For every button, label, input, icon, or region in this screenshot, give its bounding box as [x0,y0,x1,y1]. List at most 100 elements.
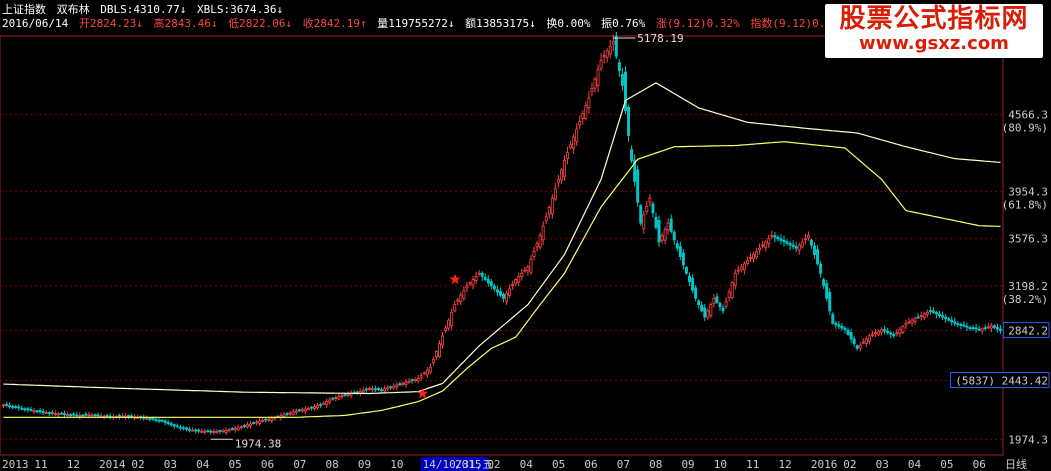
candle-body [175,425,179,428]
candle-body [5,403,9,406]
candle-body [84,413,88,416]
candle-body [404,381,408,385]
candle-body [575,128,579,142]
candle-body [316,405,320,409]
candle-body [44,412,48,415]
candle-body [538,235,542,248]
x-axis-label: 05 [552,458,565,471]
candle-body [303,408,307,412]
candle-body [526,266,530,272]
candle-body [401,382,405,385]
candle-body [782,239,786,243]
candle-body [785,241,789,244]
candle-body [75,414,79,417]
candle-body [505,293,509,302]
candle-body [663,229,667,241]
index-name: 上证指数 [2,3,46,16]
candle-body [419,375,423,378]
candle-body [258,420,262,424]
candle-body [245,424,249,428]
candle-body [840,326,844,329]
watermark-url: www.gsxz.com [859,33,1009,54]
candle-body [916,316,920,319]
candle-body [438,343,441,358]
x-axis-label: 09 [681,458,694,471]
candle-body [322,402,326,405]
candle-body [343,393,347,396]
candle-body [913,318,917,322]
candle-body [822,279,826,287]
candle-body [29,409,33,411]
candle-body [340,395,344,398]
candle-body [499,291,502,296]
candle-body [611,41,615,45]
candle-body [880,329,884,333]
candle-body [413,379,417,381]
candle-body [709,304,713,316]
watermark-logo: 股票公式指标网 www.gsxz.com [825,4,1043,58]
y-axis-label: (5837) 2443.42 [955,375,1048,388]
date: 2016/06/14 [2,17,69,30]
candle-body [831,314,835,324]
candle-body [127,415,130,418]
high-value: 高2843.46↓ [153,17,218,30]
x-axis-label: 10 [390,458,403,471]
candle-body [934,312,938,315]
close-value: 收2842.19↑ [302,17,367,30]
candle-body [236,427,240,431]
candle-body [965,325,969,328]
candle-body [96,414,100,417]
header-line-1: 上证指数 双布林 DBLS:4310.77↓ XBLS:3674.36↓ [2,3,287,16]
candle-body [901,326,905,333]
x-axis-label: 04 [520,458,534,471]
candle-body [178,426,182,429]
candle-body [188,428,191,431]
candle-body [724,301,728,307]
candle-body [678,246,682,257]
candle-body [544,216,548,222]
candle-body [477,272,481,275]
candle-body [654,216,658,228]
candle-body [745,260,749,264]
candle-body [590,88,594,92]
y-axis-sublabel: (38.2%) [1002,293,1048,306]
candle-body [181,427,185,430]
candle-body [657,220,661,243]
candle-body [627,106,630,136]
candle-body [986,326,990,329]
candle-body [596,69,600,87]
candle-body [32,410,36,413]
candle-body [660,235,664,241]
watermark-title: 股票公式指标网 [839,4,1029,34]
x-axis-label: 06 [584,458,597,471]
candle-body [233,428,237,431]
candle-body [758,247,762,251]
x-axis-label: 06 [261,458,274,471]
candle-body [761,244,765,247]
candle-body [456,299,460,302]
candle-body [453,304,457,312]
x-axis-label: 11 [34,458,47,471]
candle-body [294,410,298,413]
candle-body [547,207,551,215]
candle-body [767,238,771,244]
candlestick-chart[interactable]: 5178.19 1974.38 4566.3(80.9%) 3954.3(61.8%)… [0,0,1051,471]
candle-body [297,409,301,412]
candle-body [447,319,451,329]
candle-body [224,430,228,433]
candle-body [755,250,759,258]
candle-body [450,311,454,327]
candle-body [855,345,859,349]
candle-body [431,358,435,364]
candle-body [770,235,774,238]
candle-body [669,218,673,232]
candle-body [285,413,289,415]
candle-body [148,417,152,420]
candle-body [999,328,1002,332]
candle-body [163,420,167,423]
candle-body [209,430,213,433]
candle-body [215,430,219,433]
y-axis-label: 4566.3 [1008,109,1048,122]
candle-body [559,169,563,181]
candle-body [614,35,618,57]
